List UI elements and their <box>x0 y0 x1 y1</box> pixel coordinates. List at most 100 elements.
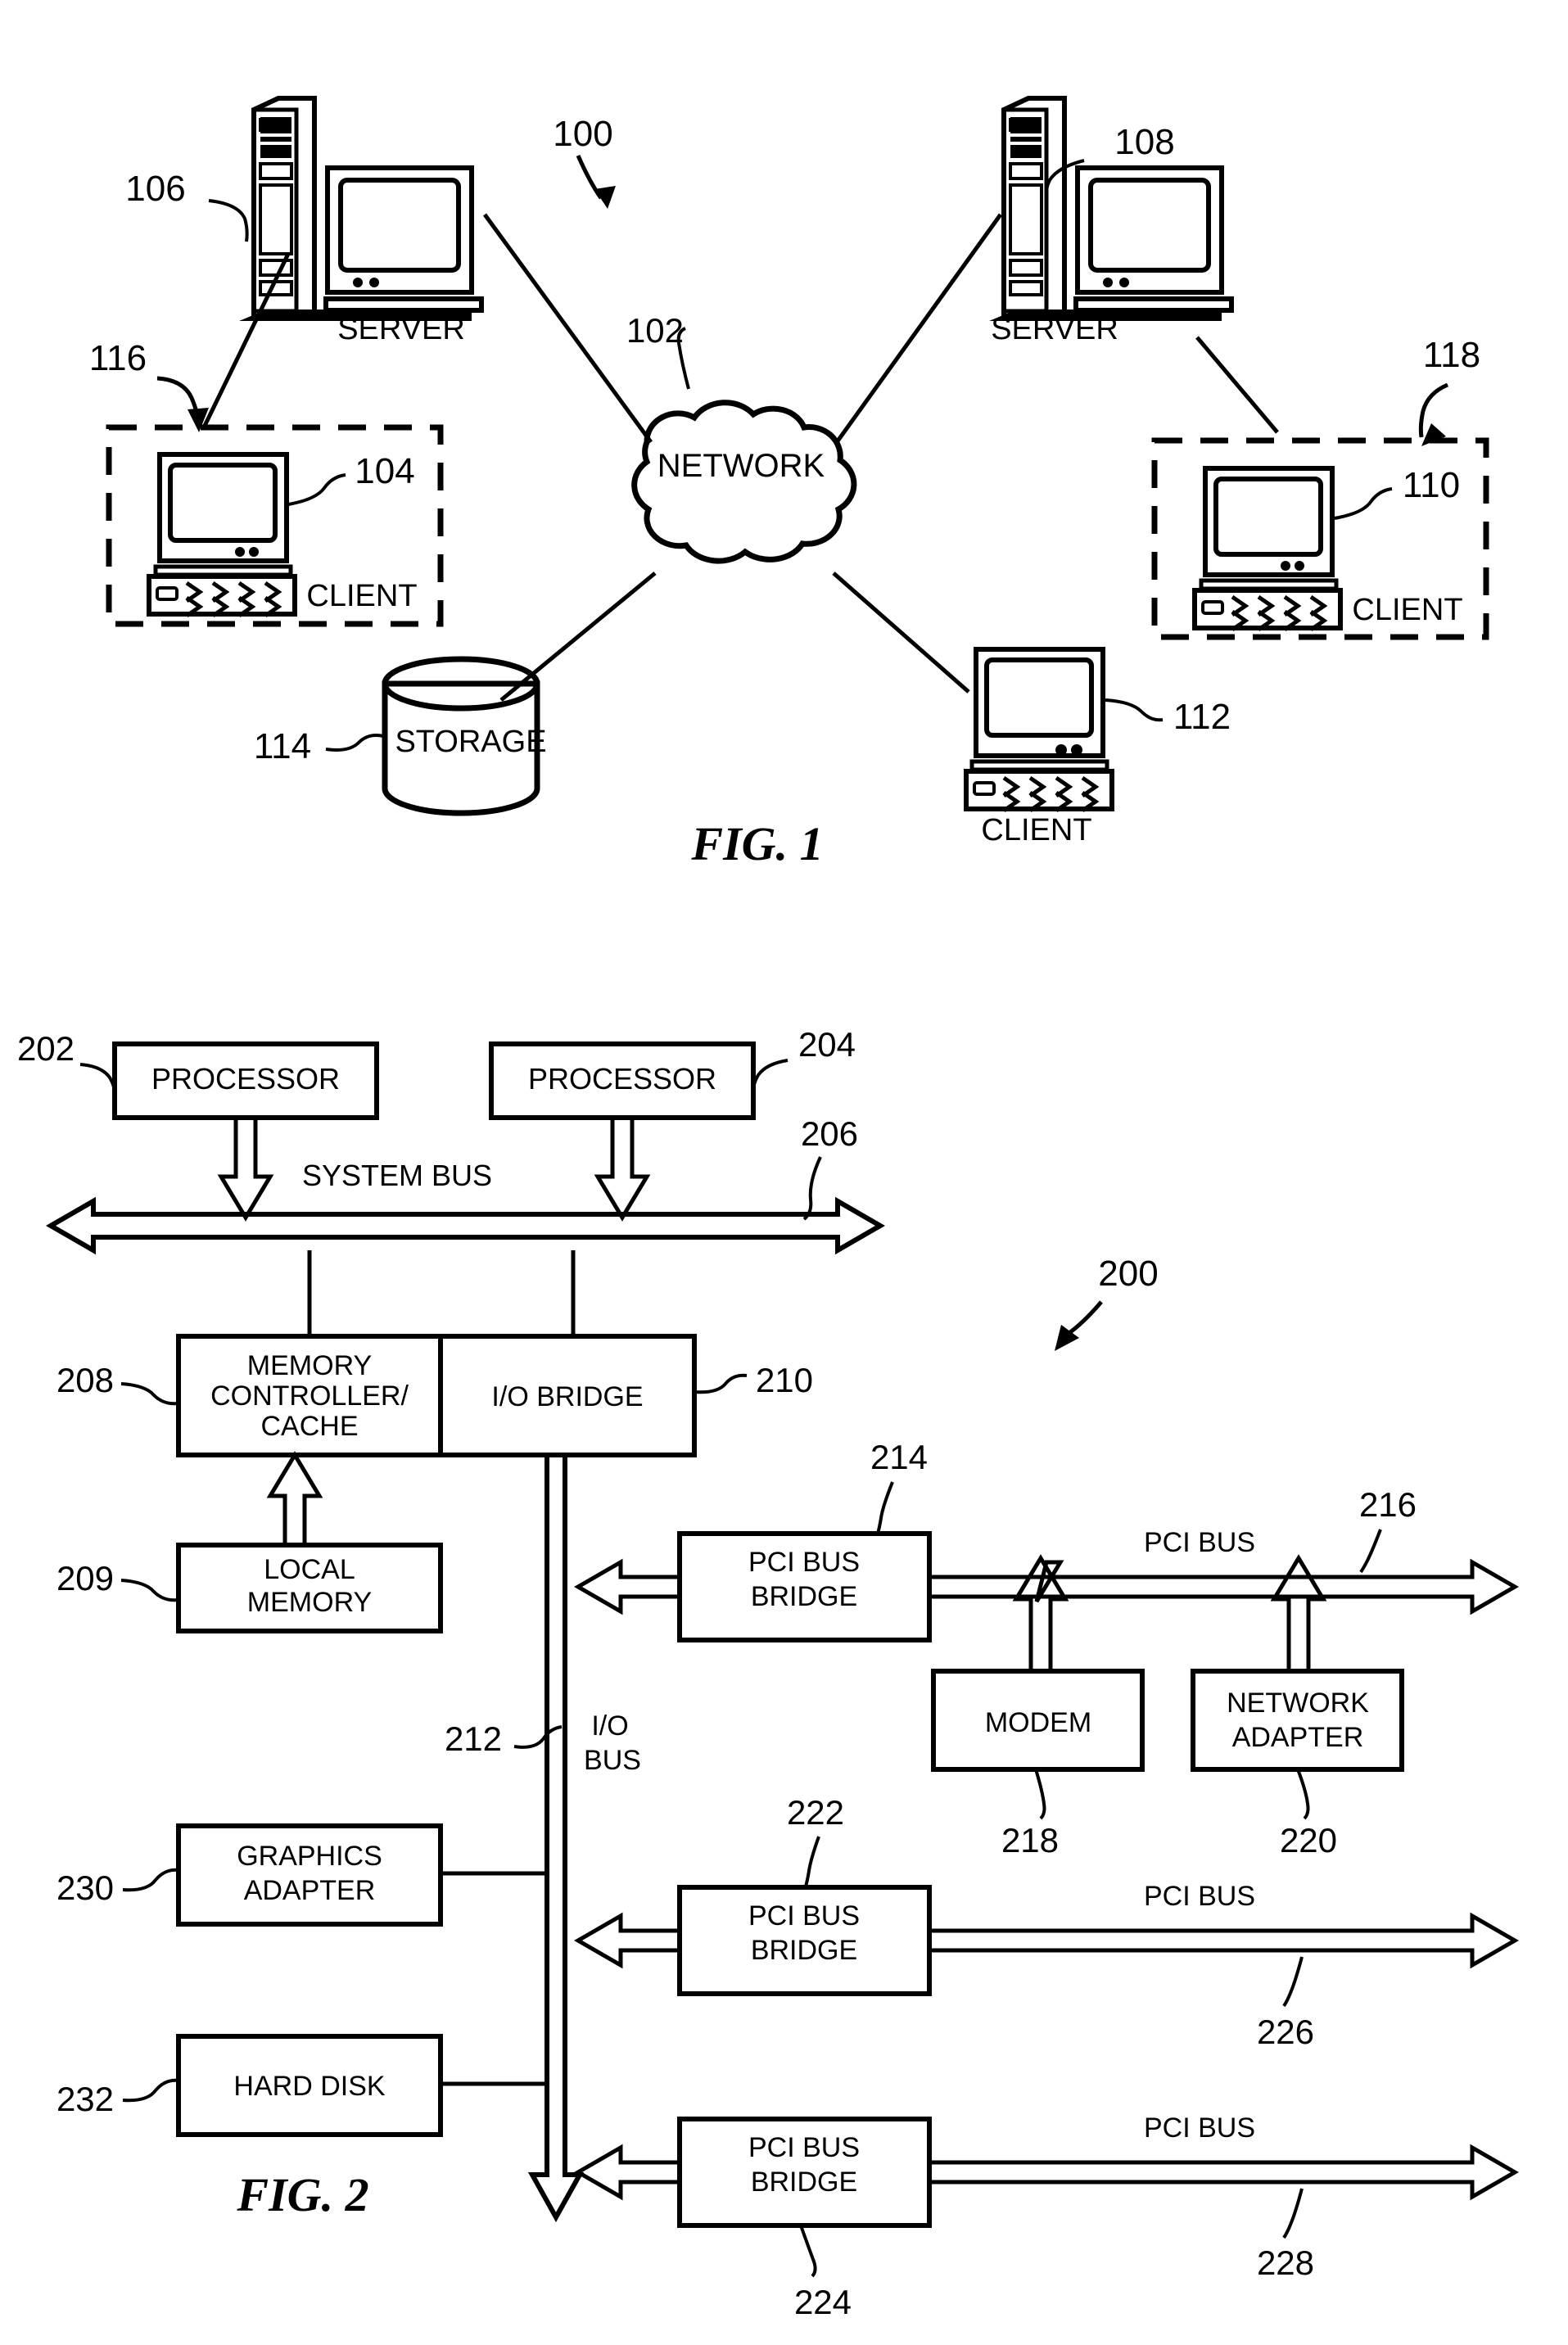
processor-1-box: PROCESSOR <box>112 1041 379 1120</box>
ref-112-leader <box>1105 698 1164 722</box>
ref-110-leader <box>1334 487 1393 520</box>
server-right: SERVER <box>989 96 1234 346</box>
ref-209: 209 <box>56 1559 114 1597</box>
io-bus-label-line2: BUS <box>584 1745 641 1776</box>
pci-bus-3-label: PCI BUS <box>1144 2112 1255 2144</box>
ref-216: 216 <box>1359 1485 1417 1524</box>
keyboard-keys-bottom <box>1002 775 1100 813</box>
hard-disk-box: HARD DISK <box>176 2034 547 2137</box>
figure-2-caption: FIG. 2 <box>236 2168 368 2221</box>
link-client110-server108 <box>1195 336 1279 434</box>
storage-label: STORAGE <box>395 725 546 759</box>
pci-bridge-1-box: PCI BUS BRIDGE <box>677 1531 932 1642</box>
client-bottom-label: CLIENT <box>981 813 1091 847</box>
ref-116: 116 <box>89 338 147 378</box>
processor-1-to-bus-arrow <box>217 1115 274 1222</box>
pci-bridge-1-to-iobus-arrow <box>573 1558 682 1615</box>
link-client104-server106 <box>202 252 291 427</box>
graphics-adapter-box: GRAPHICS ADAPTER <box>176 1823 547 1927</box>
hard-disk-label: HARD DISK <box>233 2071 385 2102</box>
pci-bridge-3-label-line1: PCI BUS <box>748 2132 860 2163</box>
ref-208-leader <box>120 1382 179 1406</box>
ref-206: 206 <box>801 1114 858 1153</box>
pci-bridge-2-to-iobus-arrow <box>573 1912 682 1969</box>
ref-114: 114 <box>254 726 311 766</box>
modem-label: MODEM <box>985 1707 1091 1738</box>
keyboard-keys-left <box>185 581 282 618</box>
pci-bus-1-label: PCI BUS <box>1144 1527 1255 1558</box>
client-right-label: CLIENT <box>1352 593 1462 627</box>
client-bottom: CLIENT <box>964 647 1114 847</box>
io-bridge-box: I/O BRIDGE <box>438 1334 697 1457</box>
ref-116-leader <box>156 376 209 432</box>
graphics-adapter-label-line1: GRAPHICS <box>237 1841 382 1872</box>
figure-1-caption: FIG. 1 <box>690 817 823 870</box>
processor-2-to-bus-arrow <box>594 1115 651 1222</box>
system-bus <box>45 1196 886 1255</box>
pci-bridge-2-label-line2: BRIDGE <box>751 1935 857 1966</box>
pci-bus-3: PCI BUS <box>927 2112 1520 2201</box>
processor-2-label: PROCESSOR <box>528 1062 716 1096</box>
ref-204: 204 <box>798 1025 856 1064</box>
keyboard-keys-right <box>1231 594 1328 632</box>
network-cloud-label: NETWORK <box>657 448 825 484</box>
io-bus-label-line1: I/O <box>591 1710 628 1742</box>
pci-bridge-3-box: PCI BUS BRIDGE <box>677 2117 932 2228</box>
ref-218-leader <box>1034 1769 1046 1820</box>
memory-controller-label-line3: CACHE <box>260 1411 358 1442</box>
link-network-server108 <box>834 213 1003 444</box>
ref-230: 230 <box>56 1868 114 1907</box>
network-adapter-label-line1: NETWORK <box>1227 1688 1369 1719</box>
ref-110: 110 <box>1403 465 1460 505</box>
ref-100-arrow <box>576 154 616 209</box>
ref-112: 112 <box>1173 697 1231 737</box>
system-bus-label: SYSTEM BUS <box>302 1159 492 1192</box>
io-bus: I/O BUS <box>527 1453 641 2223</box>
ref-218: 218 <box>1001 1821 1059 1859</box>
ref-224: 224 <box>794 2283 852 2321</box>
ref-204-leader <box>752 1059 789 1092</box>
local-memory-label-line2: MEMORY <box>247 1587 372 1618</box>
io-bridge-label: I/O BRIDGE <box>491 1381 643 1412</box>
ref-104-leader <box>287 473 346 506</box>
ref-214-leader <box>876 1481 894 1534</box>
local-memory-label-line1: LOCAL <box>264 1554 355 1585</box>
figure-1-and-2-canvas: NETWORK 102 100 SERVER 106 CLIENT 104 11… <box>17 96 1520 2321</box>
ref-108: 108 <box>1114 122 1174 162</box>
pci-bridge-1-label-line1: PCI BUS <box>748 1547 860 1578</box>
ref-210-leader <box>694 1373 748 1394</box>
ref-206-leader <box>802 1156 822 1221</box>
memory-controller-label-line1: MEMORY <box>247 1350 372 1381</box>
ref-230-leader <box>122 1868 179 1892</box>
ref-118: 118 <box>1423 335 1480 375</box>
memory-controller-box: MEMORY CONTROLLER/ CACHE <box>176 1334 443 1457</box>
processor-1-label: PROCESSOR <box>151 1062 340 1096</box>
pci-bus-2-label: PCI BUS <box>1144 1881 1255 1912</box>
pci-bridge-3-label-line2: BRIDGE <box>751 2167 857 2198</box>
ref-232-leader <box>122 2078 179 2103</box>
link-network-client112 <box>832 572 970 694</box>
pci-bus-2: PCI BUS <box>927 1881 1520 1969</box>
ref-224-leader <box>799 2225 817 2278</box>
ref-228-leader <box>1282 2188 1304 2239</box>
ref-232: 232 <box>56 2080 114 2118</box>
pci-bridge-2-label-line1: PCI BUS <box>748 1900 860 1932</box>
pci-bridge-1-label-line2: BRIDGE <box>751 1581 857 1612</box>
client-left-label: CLIENT <box>306 579 417 613</box>
server-left: SERVER <box>239 96 484 346</box>
network-cloud: NETWORK <box>631 400 857 564</box>
ref-222: 222 <box>787 1793 844 1832</box>
processor-2-box: PROCESSOR <box>489 1041 756 1120</box>
memory-controller-label-line2: CONTROLLER/ <box>210 1380 409 1412</box>
ref-102: 102 <box>626 311 684 350</box>
ref-228: 228 <box>1257 2243 1314 2282</box>
ref-212: 212 <box>445 1719 502 1758</box>
network-adapter-box: NETWORK ADAPTER <box>1191 1669 1404 1772</box>
ref-202-leader <box>79 1063 116 1095</box>
ref-202: 202 <box>17 1029 75 1068</box>
ref-222-leader <box>804 1836 820 1887</box>
bus-drop-lines <box>307 1250 576 1336</box>
ref-212-leader <box>513 1725 563 1749</box>
ref-106: 106 <box>125 169 185 209</box>
storage-cylinder: STORAGE <box>382 656 547 816</box>
